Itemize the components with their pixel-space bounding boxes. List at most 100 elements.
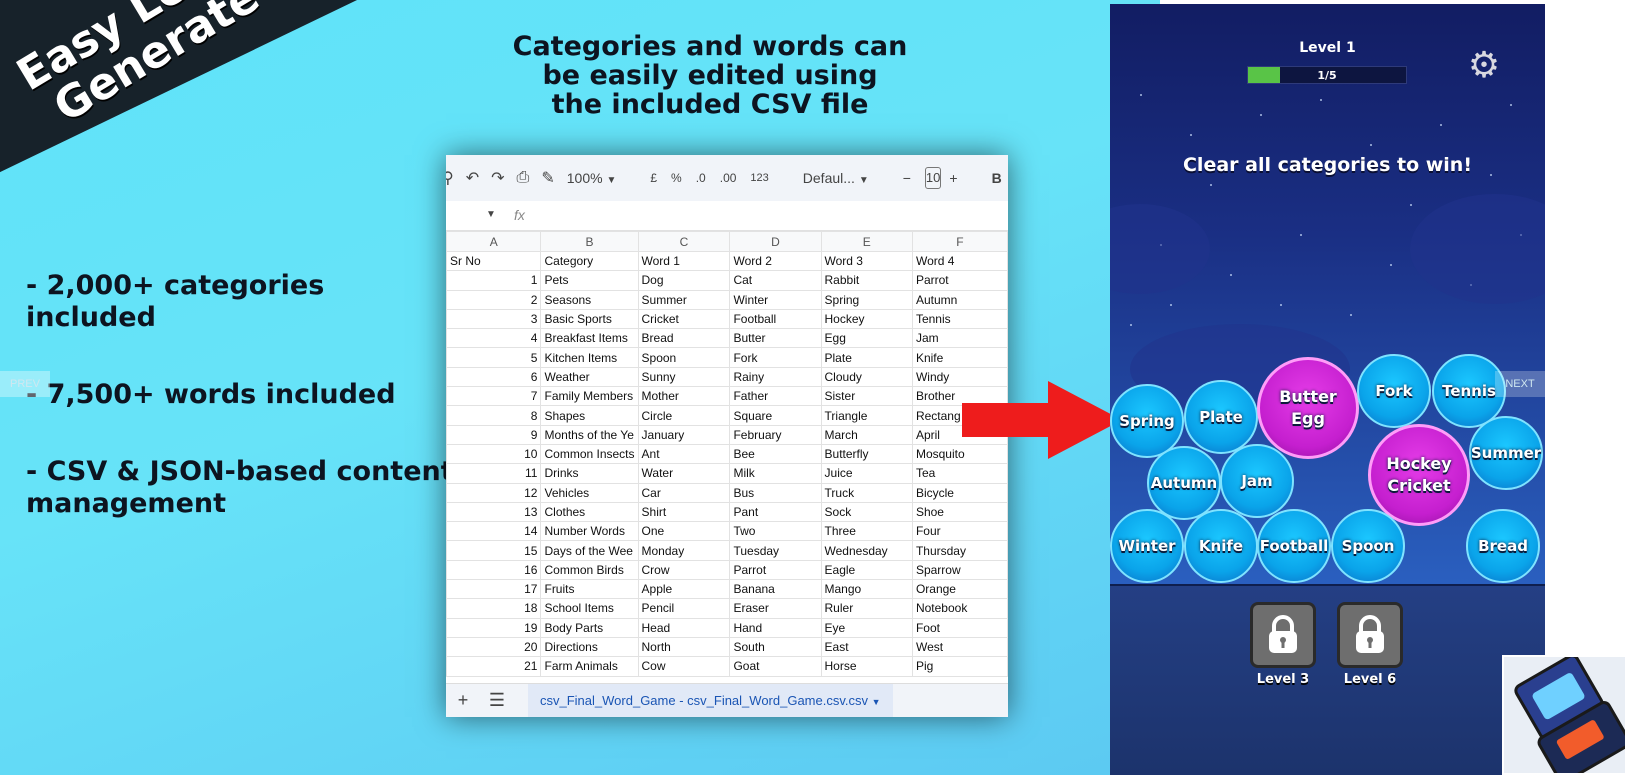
table-cell[interactable]: Fork xyxy=(729,347,822,368)
table-cell[interactable]: Sr No xyxy=(446,250,542,272)
word-bubble[interactable]: Summer xyxy=(1469,416,1543,490)
table-cell[interactable]: 13 xyxy=(446,501,542,523)
table-cell[interactable]: January xyxy=(637,424,731,445)
table-cell[interactable]: Two xyxy=(729,521,822,542)
table-cell[interactable]: Seasons xyxy=(540,289,639,310)
table-cell[interactable]: Number Words xyxy=(540,521,639,542)
table-cell[interactable]: Monday xyxy=(637,540,731,561)
table-cell[interactable]: North xyxy=(637,636,731,658)
table-cell[interactable]: Cat xyxy=(729,270,822,291)
table-cell[interactable]: 2 xyxy=(446,289,542,310)
prev-button[interactable]: PREV xyxy=(0,371,50,397)
table-cell[interactable]: Wednesday xyxy=(820,540,913,561)
table-cell[interactable]: 6 xyxy=(446,366,542,388)
table-cell[interactable]: Basic Sports xyxy=(540,308,639,330)
table-cell[interactable]: Bread xyxy=(637,328,731,349)
table-cell[interactable]: Sock xyxy=(820,501,913,523)
table-cell[interactable]: Eraser xyxy=(729,598,822,619)
word-bubble[interactable]: Winter xyxy=(1110,509,1184,583)
table-cell[interactable]: Goat xyxy=(729,656,822,677)
table-cell[interactable]: Jam xyxy=(911,328,1008,349)
table-cell[interactable]: Water xyxy=(637,463,731,484)
table-cell[interactable]: Fruits xyxy=(540,579,639,600)
column-header[interactable]: F xyxy=(911,231,1008,252)
table-cell[interactable]: Rabbit xyxy=(820,270,913,291)
table-cell[interactable]: 3 xyxy=(446,308,542,330)
add-sheet-icon[interactable]: + xyxy=(446,690,480,711)
table-cell[interactable]: Sister xyxy=(820,386,913,407)
table-cell[interactable]: Word 1 xyxy=(637,250,731,272)
table-cell[interactable]: 8 xyxy=(446,405,542,426)
table-cell[interactable]: Shoe xyxy=(911,501,1008,523)
word-bubble[interactable]: Plate xyxy=(1184,380,1258,454)
thumbnail-preview[interactable] xyxy=(1502,655,1627,775)
table-cell[interactable]: School Items xyxy=(540,598,639,619)
table-cell[interactable]: Pets xyxy=(540,270,639,291)
table-cell[interactable]: 21 xyxy=(446,656,542,677)
table-cell[interactable]: Horse xyxy=(820,656,913,677)
table-cell[interactable]: Shirt xyxy=(637,501,731,523)
table-cell[interactable]: South xyxy=(729,636,822,658)
table-cell[interactable]: Knife xyxy=(911,347,1008,368)
locked-level-3-button[interactable] xyxy=(1250,602,1316,668)
table-cell[interactable]: Word 4 xyxy=(911,250,1008,272)
table-cell[interactable]: Spring xyxy=(820,289,913,310)
table-cell[interactable]: Sparrow xyxy=(911,559,1008,581)
sheet-tab[interactable]: csv_Final_Word_Game - csv_Final_Word_Gam… xyxy=(528,684,893,717)
paint-format-icon[interactable]: ✎ xyxy=(541,168,554,188)
table-cell[interactable]: Spoon xyxy=(637,347,731,368)
table-cell[interactable]: 15 xyxy=(446,540,542,561)
table-cell[interactable]: Butterfly xyxy=(820,443,913,465)
table-cell[interactable]: Car xyxy=(637,482,731,503)
percent-button[interactable]: % xyxy=(671,171,682,185)
table-cell[interactable]: Hand xyxy=(729,617,822,638)
table-cell[interactable]: Tea xyxy=(911,463,1008,484)
table-cell[interactable]: Triangle xyxy=(820,405,913,426)
table-cell[interactable]: Pig xyxy=(911,656,1008,677)
table-cell[interactable]: Parrot xyxy=(911,270,1008,291)
word-bubble[interactable]: Fork xyxy=(1357,354,1431,428)
table-cell[interactable]: 17 xyxy=(446,579,542,600)
table-cell[interactable]: Rainy xyxy=(729,366,822,388)
decrease-decimal-button[interactable]: .0 xyxy=(696,171,706,185)
table-cell[interactable]: Breakfast Items xyxy=(540,328,639,349)
next-button[interactable]: NEXT xyxy=(1495,371,1545,397)
table-cell[interactable]: Football xyxy=(729,308,822,330)
table-cell[interactable]: Vehicles xyxy=(540,482,639,503)
table-cell[interactable]: Head xyxy=(637,617,731,638)
table-cell[interactable]: Bee xyxy=(729,443,822,465)
table-cell[interactable]: West xyxy=(911,636,1008,658)
table-cell[interactable]: Kitchen Items xyxy=(540,347,639,368)
table-cell[interactable]: 11 xyxy=(446,463,542,484)
table-cell[interactable]: 14 xyxy=(446,521,542,542)
table-cell[interactable]: Body Parts xyxy=(540,617,639,638)
table-cell[interactable]: Crow xyxy=(637,559,731,581)
table-cell[interactable]: Drinks xyxy=(540,463,639,484)
table-cell[interactable]: Days of the Wee xyxy=(540,540,639,561)
table-cell[interactable]: Ant xyxy=(637,443,731,465)
table-cell[interactable]: East xyxy=(820,636,913,658)
table-cell[interactable]: 12 xyxy=(446,482,542,503)
table-cell[interactable]: Juice xyxy=(820,463,913,484)
table-cell[interactable]: Dog xyxy=(637,270,731,291)
table-cell[interactable]: Notebook xyxy=(911,598,1008,619)
table-cell[interactable]: Cricket xyxy=(637,308,731,330)
table-cell[interactable]: Cow xyxy=(637,656,731,677)
table-cell[interactable]: Pencil xyxy=(637,598,731,619)
table-cell[interactable]: Cloudy xyxy=(820,366,913,388)
table-cell[interactable]: Four xyxy=(911,521,1008,542)
table-cell[interactable]: 18 xyxy=(446,598,542,619)
zoom-select[interactable]: 100% ▼ xyxy=(567,170,617,186)
table-cell[interactable]: Egg xyxy=(820,328,913,349)
word-bubble[interactable]: Autumn xyxy=(1147,446,1221,520)
font-size-decrease-button[interactable]: − xyxy=(903,170,911,186)
table-cell[interactable]: February xyxy=(729,424,822,445)
table-cell[interactable]: Shapes xyxy=(540,405,639,426)
table-cell[interactable]: Three xyxy=(820,521,913,542)
table-cell[interactable]: Farm Animals xyxy=(540,656,639,677)
table-cell[interactable]: Parrot xyxy=(729,559,822,581)
table-cell[interactable]: 1 xyxy=(446,270,542,291)
number-format-button[interactable]: 123 xyxy=(750,172,768,184)
table-cell[interactable]: 9 xyxy=(446,424,542,445)
redo-icon[interactable]: ↷ xyxy=(491,168,504,188)
